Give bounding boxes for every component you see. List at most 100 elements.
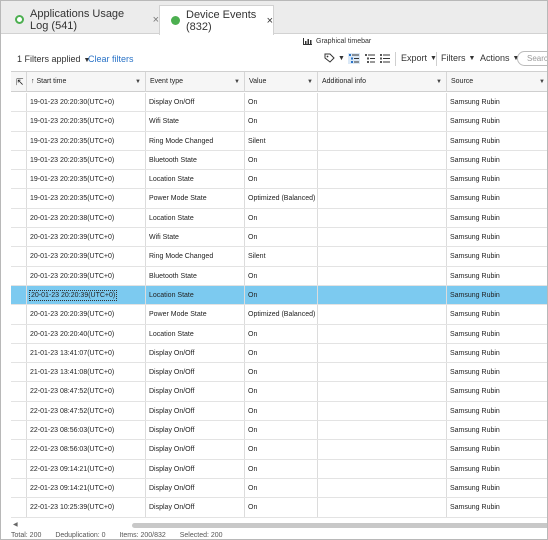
tag-dropdown[interactable]: ▼ [324,53,345,63]
chevron-down-icon[interactable]: ▼ [307,72,313,92]
row-selector[interactable] [11,150,27,170]
table-row[interactable]: 22-01-23 08:47:52(UTC+0) Display On/Off On… [11,382,547,402]
cell-start-time: 20-01-23 20:20:39(UTC+0) [27,266,146,285]
filters-applied-dropdown[interactable]: 1 Filters applied ▼ [17,54,90,64]
column-header-start-time[interactable]: ↑ Start time ▼ [27,72,146,92]
row-selector[interactable] [11,324,27,343]
column-header-event-type[interactable]: Event type ▼ [146,72,245,92]
actions-dropdown[interactable]: Actions ▼ [480,53,519,63]
cell-value: On [245,498,318,517]
chart-icon [303,38,312,45]
table-row[interactable]: 20-01-23 20:20:39(UTC+0) Ring Mode Change… [11,247,547,267]
export-dropdown[interactable]: Export ▼ [401,53,437,63]
row-selector[interactable] [11,93,27,112]
column-header-value[interactable]: Value ▼ [245,72,318,92]
tree-view-button[interactable] [379,53,391,64]
cell-additional-info [318,93,447,112]
cell-additional-info [318,478,447,498]
row-selector[interactable] [11,459,27,478]
row-selector[interactable] [11,131,27,150]
row-selector[interactable] [11,421,27,440]
table-row[interactable]: 19-01-23 20:20:30(UTC+0) Display On/Off On… [11,93,547,113]
table-row[interactable]: 19-01-23 20:20:35(UTC+0) Wifi State On Sams… [11,112,547,132]
cell-source: Samsung Rubin [450,99,500,106]
table-row[interactable]: 22-01-23 09:14:21(UTC+0) Display On/Off On… [11,459,547,479]
chevron-down-icon[interactable]: ▼ [135,72,141,92]
table-row[interactable]: 20-01-23 20:20:39(UTC+0) Wifi State On Sams… [11,228,547,248]
cell-event-type: Bluetooth State [146,150,245,170]
table-row[interactable]: 22-01-23 08:47:52(UTC+0) Display On/Off On… [11,401,547,422]
row-selector[interactable] [11,208,27,228]
table-row[interactable]: 22-01-23 09:14:21(UTC+0) Display On/Off On… [11,478,547,499]
horizontal-scrollbar[interactable]: ◀ [11,521,547,529]
status-total: Total: 200 [11,532,42,539]
close-icon[interactable]: × [267,15,273,27]
row-selector[interactable] [11,401,27,421]
table-row[interactable]: 20-01-23 20:20:38(UTC+0) Location State On… [11,208,547,229]
group-view-button[interactable] [348,53,360,64]
clear-filters-link[interactable]: Clear filters [88,54,134,64]
chevron-down-icon[interactable]: ▼ [234,72,240,92]
table-row[interactable]: 19-01-23 20:20:35(UTC+0) Location State On… [11,170,547,190]
list-view-button[interactable] [364,53,376,64]
app-window: Applications Usage Log (541) × Device Ev… [0,0,548,540]
table-row[interactable]: 21-01-23 13:41:08(UTC+0) Display On/Off On… [11,363,547,383]
tree-icon [380,54,390,63]
row-selector[interactable] [11,440,27,459]
table-row[interactable]: 19-01-23 20:20:35(UTC+0) Ring Mode Change… [11,131,547,151]
cell-start-time: 22-01-23 10:25:39(UTC+0) [27,498,146,517]
resize-icon[interactable]: ⇱ [11,72,27,92]
scrollbar-thumb[interactable] [132,523,547,528]
tab-applications-usage-log[interactable]: Applications Usage Log (541) × [4,5,159,34]
cell-source: Samsung Rubin [450,137,500,145]
table-row[interactable]: 20-01-23 20:20:40(UTC+0) Location State On… [11,324,547,344]
tab-device-events[interactable]: Device Events (832) × [159,5,274,35]
cell-start-time: 20-01-23 20:20:38(UTC+0) [27,208,146,228]
row-selector[interactable] [11,189,27,208]
column-header-source[interactable]: Source ▼ [447,72,547,92]
table-row[interactable]: 22-01-23 08:56:03(UTC+0) Display On/Off On… [11,440,547,460]
table-row[interactable]: 22-01-23 08:56:03(UTC+0) Display On/Off On… [11,421,547,441]
row-selector[interactable] [11,266,27,285]
cell-value: On [245,266,318,285]
cell-value: On [245,343,318,363]
row-selector[interactable] [11,170,27,189]
table-row[interactable]: 20-01-23 20:20:39(UTC+0) Power Mode State… [11,305,547,325]
cell-start-time: 19-01-23 20:20:35(UTC+0) [27,150,146,170]
scroll-left-icon[interactable]: ◀ [13,521,18,528]
cell-event-type: Display On/Off [146,421,245,440]
table-row[interactable]: 19-01-23 20:20:35(UTC+0) Power Mode State… [11,189,547,209]
row-selector[interactable] [11,247,27,266]
cell-start-time: 19-01-23 20:20:35(UTC+0) [27,131,146,150]
row-selector[interactable] [11,382,27,401]
table-row[interactable]: 19-01-23 20:20:35(UTC+0) Bluetooth State O… [11,150,547,171]
cell-event-type: Display On/Off [146,343,245,363]
cell-value: Optimized (Balanced) [245,305,318,324]
cell-additional-info [318,247,447,266]
row-selector[interactable] [11,478,27,498]
filters-dropdown[interactable]: Filters ▼ [441,53,475,63]
graphical-timebar-button[interactable]: Graphical timebar [303,38,371,45]
row-selector[interactable] [11,363,27,382]
cell-event-type: Display On/Off [146,440,245,459]
row-selector[interactable] [11,305,27,324]
cell-source: Samsung Rubin [450,407,500,415]
cell-additional-info [318,382,447,401]
table-row-selected[interactable]: 20-01-23 20:20:39(UTC+0) Location State On… [11,285,547,306]
table-row[interactable]: 20-01-23 20:20:39(UTC+0) Bluetooth State O… [11,266,547,286]
chevron-down-icon[interactable]: ▼ [436,72,442,92]
search-input[interactable]: Search [517,51,547,66]
row-selector[interactable] [11,343,27,363]
cell-start-time: 21-01-23 13:41:08(UTC+0) [27,363,146,382]
table-row[interactable]: 21-01-23 13:41:07(UTC+0) Display On/Off On… [11,343,547,364]
cell-source: Samsung Rubin [450,504,500,512]
chevron-down-icon[interactable]: ▼ [539,72,545,92]
row-selector[interactable] [11,112,27,131]
table-row[interactable]: 22-01-23 10:25:39(UTC+0) Display On/Off On… [11,498,547,518]
cell-event-type: Ring Mode Changed [146,247,245,266]
cell-source: Samsung Rubin [450,311,500,319]
row-selector[interactable] [11,285,27,305]
row-selector[interactable] [11,498,27,517]
row-selector[interactable] [11,228,27,247]
column-header-additional-info[interactable]: Additional info ▼ [318,72,447,92]
